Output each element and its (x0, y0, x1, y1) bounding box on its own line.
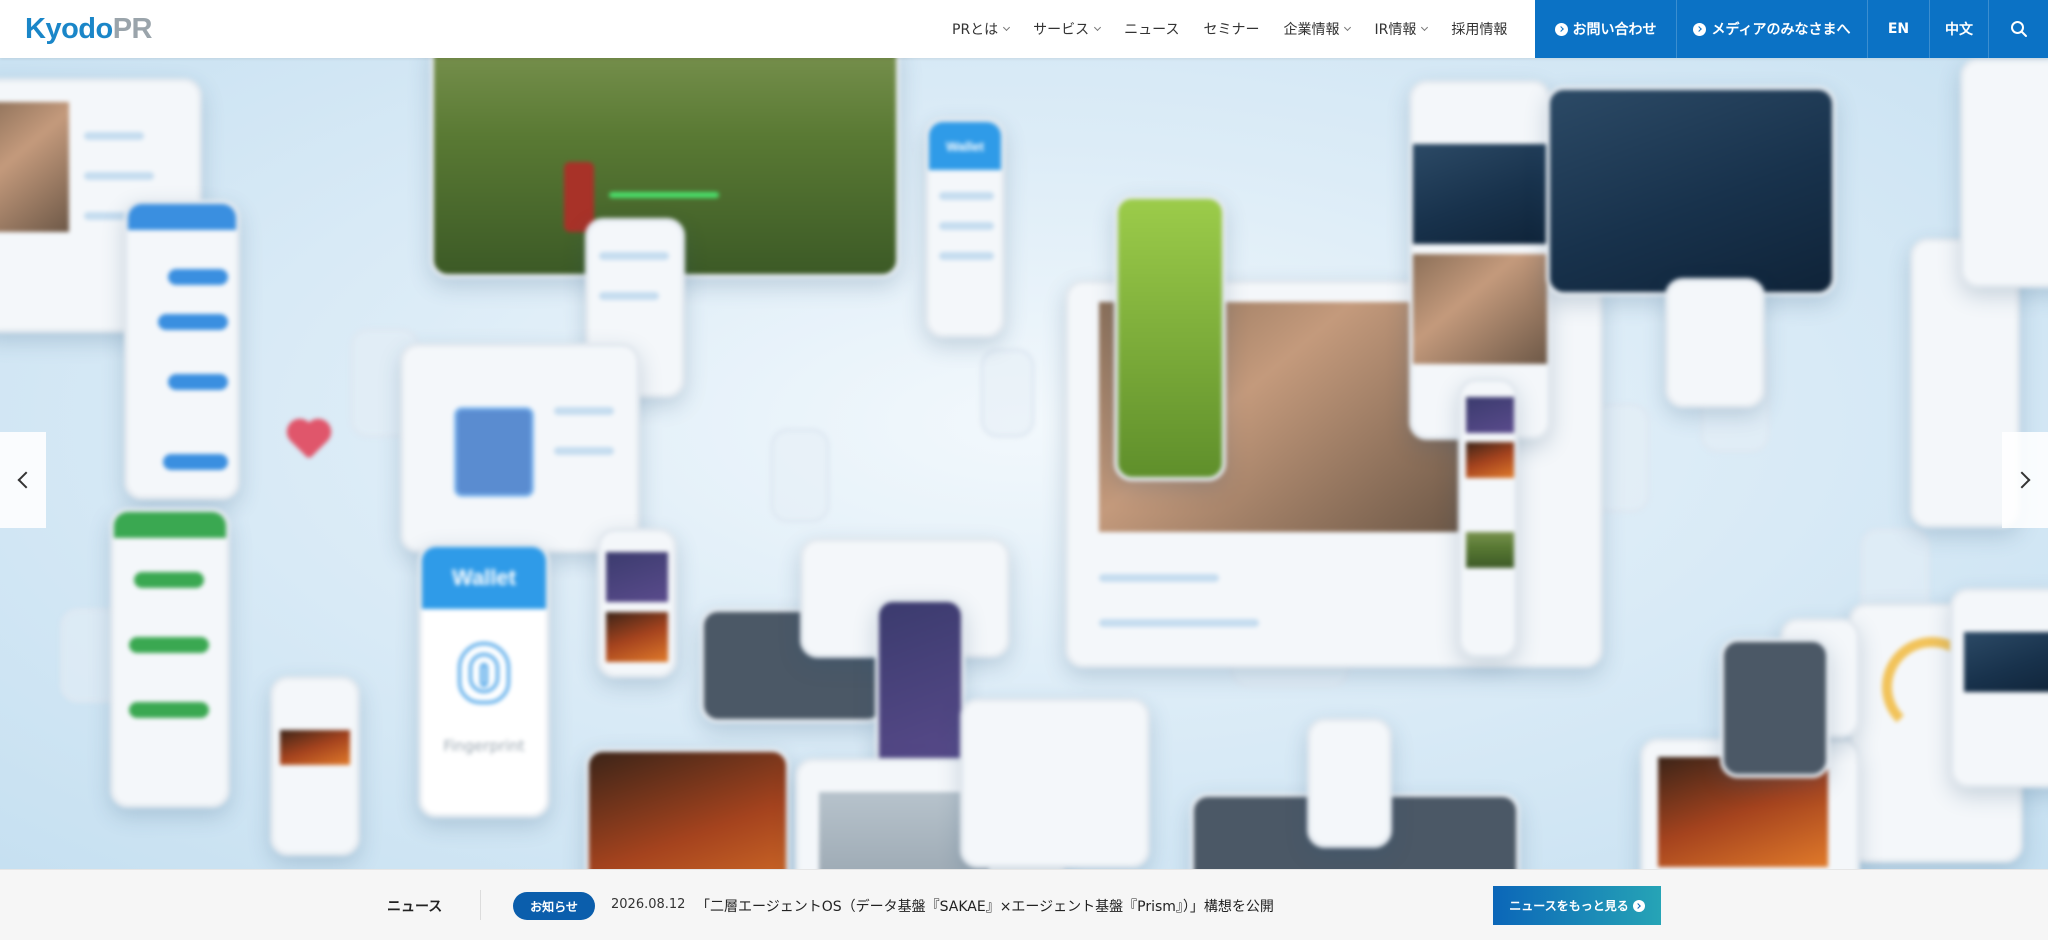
nav-item-company[interactable]: 企業情報 (1271, 0, 1362, 58)
news-headline-link[interactable]: 「二層エージェントOS（データ基盤『SAKAE』×エージェント基盤『Prism』… (696, 896, 1274, 916)
wallet-label: Wallet (422, 547, 546, 609)
arrow-circle-icon (1554, 22, 1568, 36)
lang-zh-button[interactable]: 中文 (1930, 0, 1989, 58)
hero-collage-image: Wallet Wallet Fingerprint (0, 58, 2048, 869)
chevron-left-icon (17, 471, 35, 489)
fingerprint-icon (458, 642, 510, 704)
wallet-card: Wallet Fingerprint (418, 543, 550, 818)
hero-prev-button[interactable] (0, 432, 46, 528)
main-nav: PRとは サービス ニュース セミナー 企業情報 IR情報 採用情報 (940, 0, 1519, 58)
news-date: 2026.08.12 (611, 897, 686, 912)
nav-item-ir[interactable]: IR情報 (1362, 0, 1439, 58)
logo-text-pr: PR (112, 13, 153, 45)
fingerprint-label: Fingerprint (443, 737, 525, 755)
search-button[interactable] (1989, 0, 2048, 58)
nav-item-pr[interactable]: PRとは (940, 0, 1021, 58)
nav-item-label: ニュース (1124, 22, 1180, 38)
hero-next-button[interactable] (2002, 432, 2048, 528)
chevron-down-icon (1344, 23, 1352, 31)
contact-label: お問い合わせ (1572, 22, 1657, 38)
site-header: KyodoPR PRとは サービス ニュース セミナー 企業情報 IR情報 採用… (0, 0, 2048, 58)
nav-item-news[interactable]: ニュース (1112, 0, 1191, 58)
nav-item-label: 採用情報 (1451, 22, 1508, 38)
media-button[interactable]: メディアのみなさまへ (1677, 0, 1868, 58)
logo-text-kyodo: Kyodo (25, 13, 113, 45)
chevron-right-icon (2013, 471, 2031, 489)
news-section-title: ニュース (387, 899, 443, 915)
chevron-down-icon (1094, 23, 1102, 31)
header-action-buttons: お問い合わせ メディアのみなさまへ EN 中文 (1535, 0, 2048, 58)
nav-item-seminar[interactable]: セミナー (1191, 0, 1271, 58)
wallet-label: Wallet (929, 122, 1001, 170)
contact-button[interactable]: お問い合わせ (1535, 0, 1677, 58)
nav-item-label: 企業情報 (1283, 22, 1340, 38)
hero-slideshow: Wallet Wallet Fingerprint (0, 58, 2048, 869)
media-label: メディアのみなさまへ (1711, 22, 1851, 38)
nav-item-label: サービス (1033, 22, 1090, 38)
more-news-button[interactable]: ニュースをもっと見る (1493, 886, 1661, 925)
chevron-down-icon (1003, 23, 1011, 31)
nav-item-recruit[interactable]: 採用情報 (1439, 0, 1519, 58)
heart-icon (290, 422, 328, 460)
nav-item-services[interactable]: サービス (1021, 0, 1112, 58)
nav-item-label: IR情報 (1374, 22, 1417, 38)
kyodopr-logo[interactable]: KyodoPR (25, 13, 153, 46)
news-category-badge: お知らせ (513, 892, 595, 920)
more-news-label: ニュースをもっと見る (1509, 899, 1629, 913)
arrow-circle-icon (1632, 899, 1645, 912)
search-icon (2010, 21, 2027, 37)
nav-item-label: セミナー (1203, 22, 1260, 38)
lang-en-button[interactable]: EN (1868, 0, 1930, 58)
news-divider (480, 890, 481, 920)
news-ticker: ニュース お知らせ 2026.08.12 「二層エージェントOS（データ基盤『S… (0, 869, 2048, 940)
chevron-down-icon (1421, 23, 1429, 31)
arrow-circle-icon (1693, 22, 1707, 36)
nav-item-label: PRとは (952, 22, 999, 38)
